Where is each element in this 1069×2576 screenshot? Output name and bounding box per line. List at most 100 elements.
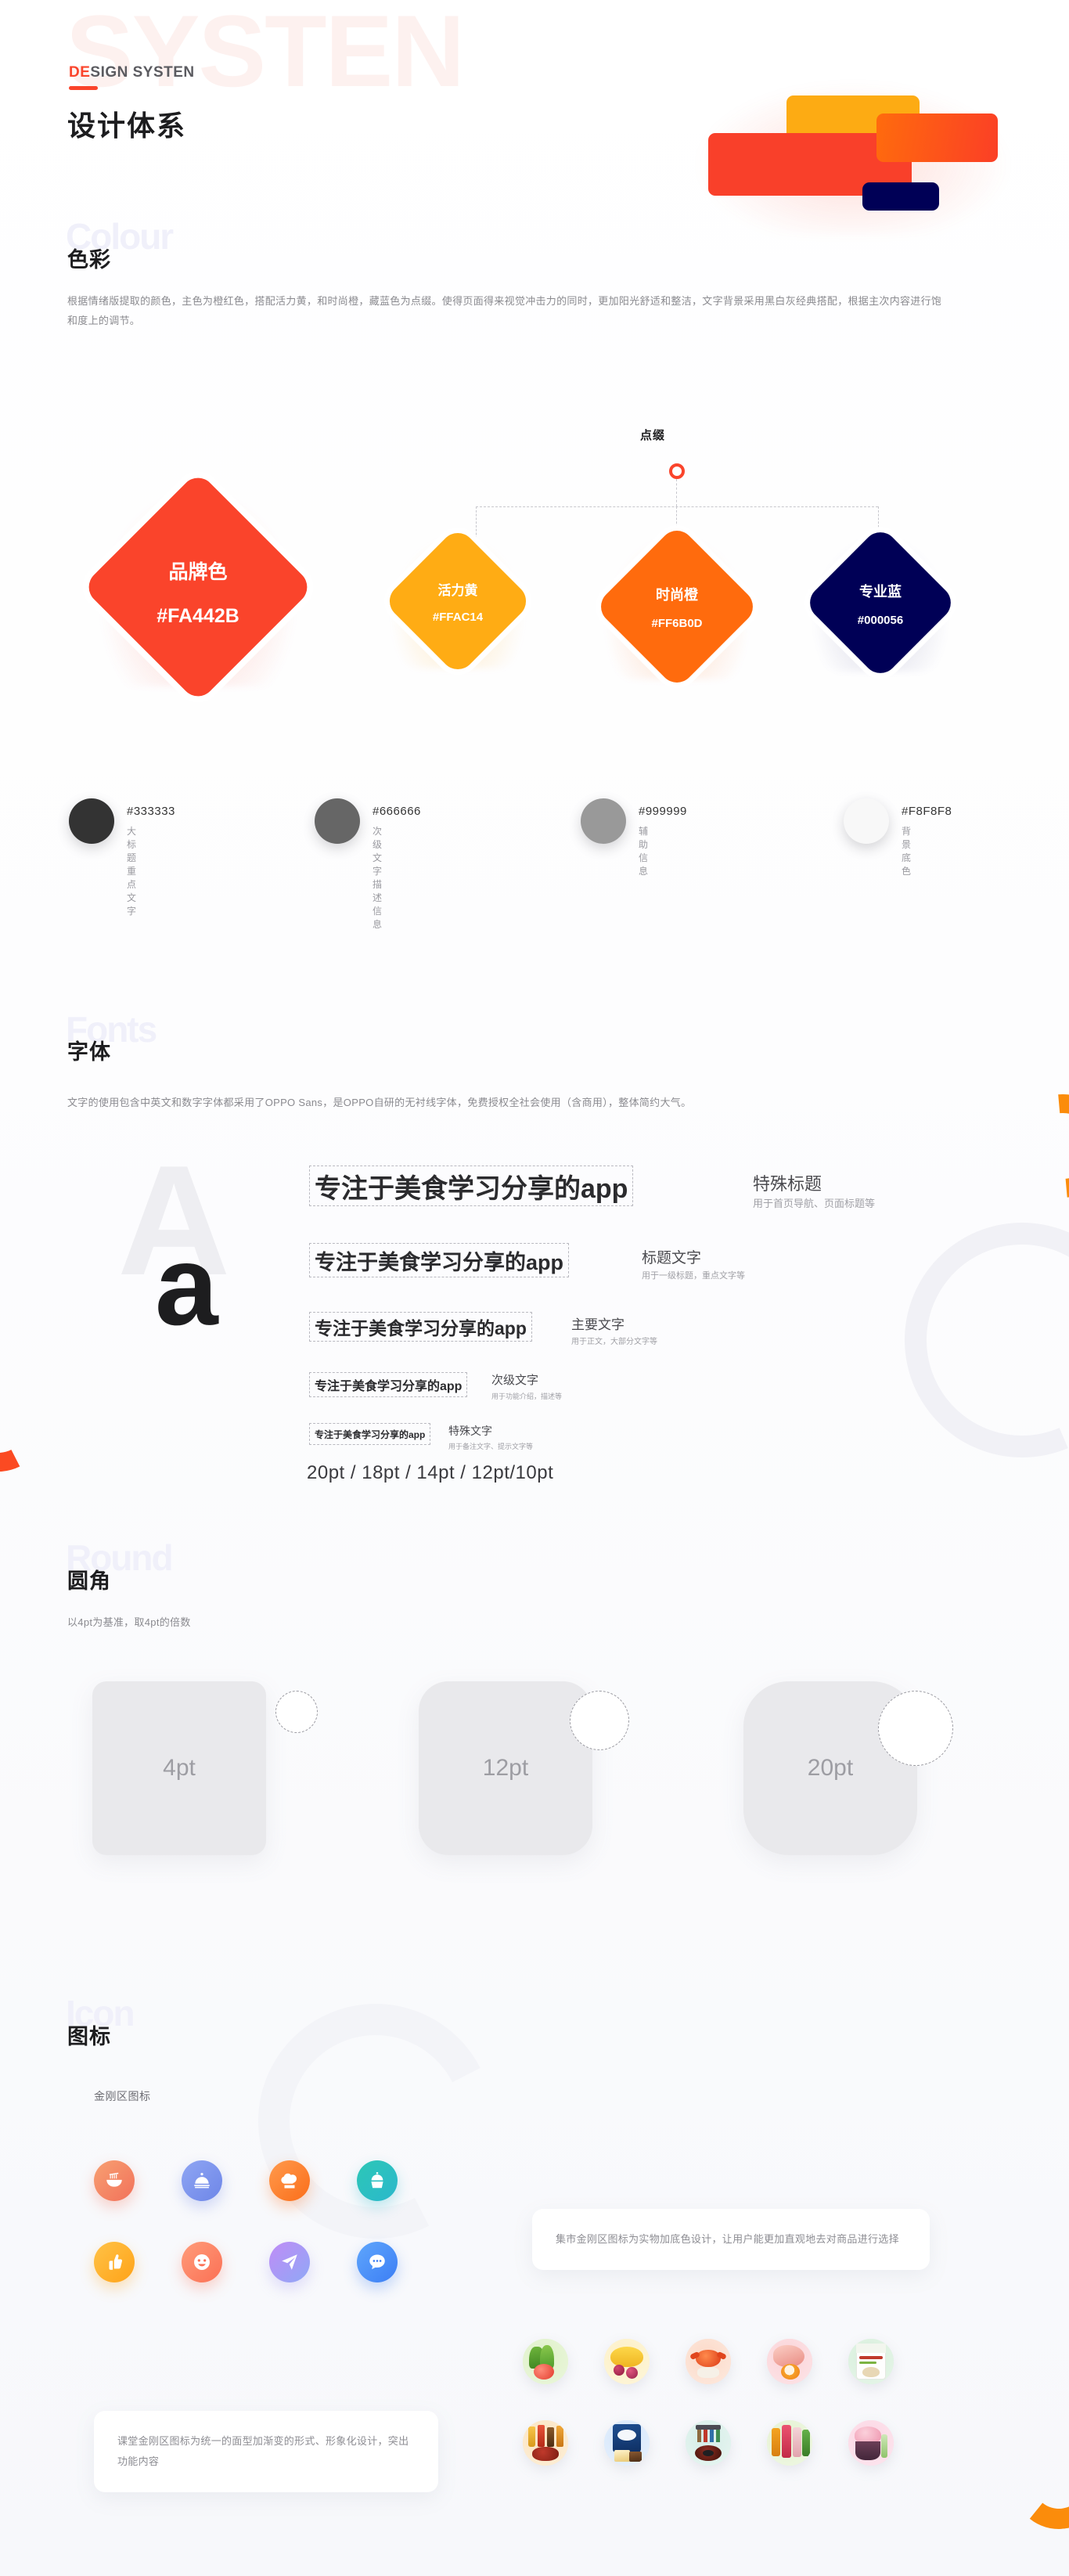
font-sample-box-4: 专注于美食学习分享的app (309, 1372, 468, 1397)
hand-thumb-icon (109, 2254, 123, 2270)
product-icon-kitchenware[interactable] (686, 2420, 731, 2466)
colour-swatch-orange[interactable]: 时尚橙 #FF6B0D (593, 523, 761, 690)
grey-usage: 大标题 重点文字 (127, 826, 137, 917)
accent-ring-icon (669, 463, 685, 479)
round-guide-circle-12pt (570, 1691, 629, 1750)
font-sample-usage-1: 用于首页导航、页面标题等 (753, 1198, 876, 1209)
product-icon-grain-oil[interactable] (848, 2339, 894, 2384)
paper-plane-icon (282, 2254, 297, 2270)
kingkong-icon-paper-plane[interactable] (269, 2242, 310, 2282)
product-icon-drinks[interactable] (767, 2420, 812, 2466)
header-kicker-highlight: DE (69, 64, 91, 81)
grey-hex: #666666 (373, 805, 421, 818)
font-sample-text: 专注于美食学习分享的app (315, 1173, 628, 1204)
grey-dot (581, 798, 626, 844)
product-icon-vegetables[interactable] (523, 2339, 568, 2384)
grey-hex: #999999 (639, 805, 687, 818)
colour-swatch-navy[interactable]: 专业蓝 #000056 (803, 525, 958, 680)
product-image (767, 2420, 812, 2466)
icon-note-right: 集市金刚区图标为实物加底色设计，让用户能更加直观地去对商品进行选择 (532, 2209, 930, 2270)
cupcake-icon (371, 2171, 383, 2189)
colour-swatch-yellow[interactable]: 活力黄 #FFAC14 (382, 525, 534, 677)
product-icon-dairy-bakery[interactable] (604, 2420, 650, 2466)
font-sample-usage-4: 用于功能介绍，描述等 (491, 1392, 563, 1400)
product-image (686, 2339, 731, 2384)
fonts-section-title: 字体 (67, 1040, 111, 1064)
product-image (523, 2339, 568, 2384)
round-box-label: 12pt (482, 1755, 529, 1781)
round-guide-circle-20pt (878, 1691, 953, 1766)
page-title: 设计体系 (67, 110, 187, 142)
font-sample-usage-5: 用于备注文字、提示文字等 (448, 1443, 534, 1450)
kingkong-icon-chat-bubble[interactable] (357, 2242, 398, 2282)
chat-bubble-icon (369, 2254, 385, 2270)
design-system-page: SYSTEN DESIGN SYSTEN 设计体系 Colour 色彩 根据情绪… (0, 0, 1069, 2576)
kingkong-icon-cupcake[interactable] (357, 2160, 398, 2201)
accent-connector-bus (476, 506, 878, 507)
font-sample-box-1: 专注于美食学习分享的app (309, 1166, 634, 1206)
font-sample-text: 专注于美食学习分享的app (315, 1380, 463, 1393)
round-guide-circle-4pt (275, 1691, 318, 1733)
font-sample-title-4: 次级文字 (491, 1374, 539, 1387)
grey-hex: #F8F8F8 (902, 805, 952, 818)
product-image (767, 2339, 812, 2384)
smiley-face-icon (194, 2254, 210, 2270)
product-icon-desserts[interactable] (848, 2420, 894, 2466)
product-image (523, 2420, 568, 2466)
grey-usage: 次级文字 描述信息 (373, 826, 383, 930)
deco-ring-grey-right (869, 1187, 1069, 1493)
grey-hex: #333333 (127, 805, 175, 818)
font-scale-label: 20pt / 18pt / 14pt / 12pt/10pt (307, 1462, 554, 1483)
kingkong-icon-noodle-bowl[interactable] (94, 2160, 135, 2201)
kingkong-icon-hand-thumb[interactable] (94, 2242, 135, 2282)
grey-usage: 背景底色 (902, 826, 912, 877)
accent-label: 点缀 (640, 429, 666, 442)
accent-connector-stem (676, 479, 677, 506)
grey-usage: 辅助信息 (639, 826, 649, 877)
font-sample-box-3: 专注于美食学习分享的app (309, 1312, 532, 1342)
kingkong-icon-smiley-face[interactable] (182, 2242, 222, 2282)
font-sample-box-2: 专注于美食学习分享的app (309, 1243, 570, 1277)
round-section-description: 以4pt为基准，取4pt的倍数 (67, 1616, 191, 1628)
round-box-label: 4pt (163, 1755, 196, 1781)
font-sample-box-5: 专注于美食学习分享的app (309, 1423, 431, 1445)
icon-subsection-title: 金刚区图标 (94, 2090, 151, 2102)
font-sample-title-3: 主要文字 (571, 1317, 624, 1332)
colour-swatch-brand[interactable]: 品牌色 #FA442B (81, 470, 315, 704)
colour-section-description: 根据情绪版提取的颜色，主色为橙红色，搭配活力黄，和时尚橙，藏蓝色为点缀。使得页面… (67, 295, 942, 326)
grey-dot (315, 798, 360, 844)
round-box-label: 20pt (807, 1755, 854, 1781)
product-icon-seasoning[interactable] (523, 2420, 568, 2466)
chef-hat-icon (281, 2173, 297, 2189)
grey-dot (844, 798, 889, 844)
kingkong-icon-chef-hat[interactable] (269, 2160, 310, 2201)
product-image (848, 2339, 894, 2384)
font-sample-title-5: 特殊文字 (448, 1425, 492, 1437)
font-sample-text: 专注于美食学习分享的app (315, 1318, 527, 1338)
round-box-4pt[interactable]: 4pt (92, 1681, 266, 1855)
colour-section-title: 色彩 (67, 248, 111, 272)
round-section-title: 圆角 (67, 1569, 111, 1593)
product-image (604, 2339, 650, 2384)
glyph-lowercase-a: a (155, 1222, 218, 1349)
font-sample-text: 专注于美食学习分享的app (315, 1429, 426, 1440)
header-kicker-underline (69, 86, 98, 90)
font-sample-usage-3: 用于正文，大部分文字等 (571, 1338, 657, 1346)
product-icon-meat[interactable] (767, 2339, 812, 2384)
kingkong-icon-cloche[interactable] (182, 2160, 222, 2201)
deco-ring-orange-left (0, 1365, 58, 1484)
product-image (604, 2420, 650, 2466)
font-sample-usage-2: 用于一级标题，重点文字等 (642, 1271, 745, 1281)
round-box-12pt[interactable]: 12pt (419, 1681, 592, 1855)
font-sample-text: 专注于美食学习分享的app (315, 1250, 564, 1274)
product-icon-fruits[interactable] (604, 2339, 650, 2384)
deco-ring-orange-right (990, 1073, 1069, 1219)
font-sample-title-1: 特殊标题 (753, 1174, 822, 1194)
header-bar-navy (862, 182, 939, 211)
grey-dot (69, 798, 114, 844)
product-icon-seafood[interactable] (686, 2339, 731, 2384)
font-sample-title-2: 标题文字 (642, 1250, 702, 1266)
icon-note-left: 课堂金刚区图标为统一的面型加渐变的形式、形象化设计，突出功能内容 (94, 2411, 438, 2492)
deco-ring-orange-bottom-right (1008, 2432, 1069, 2534)
header-ghost-text: SYSTEN (66, 0, 465, 108)
